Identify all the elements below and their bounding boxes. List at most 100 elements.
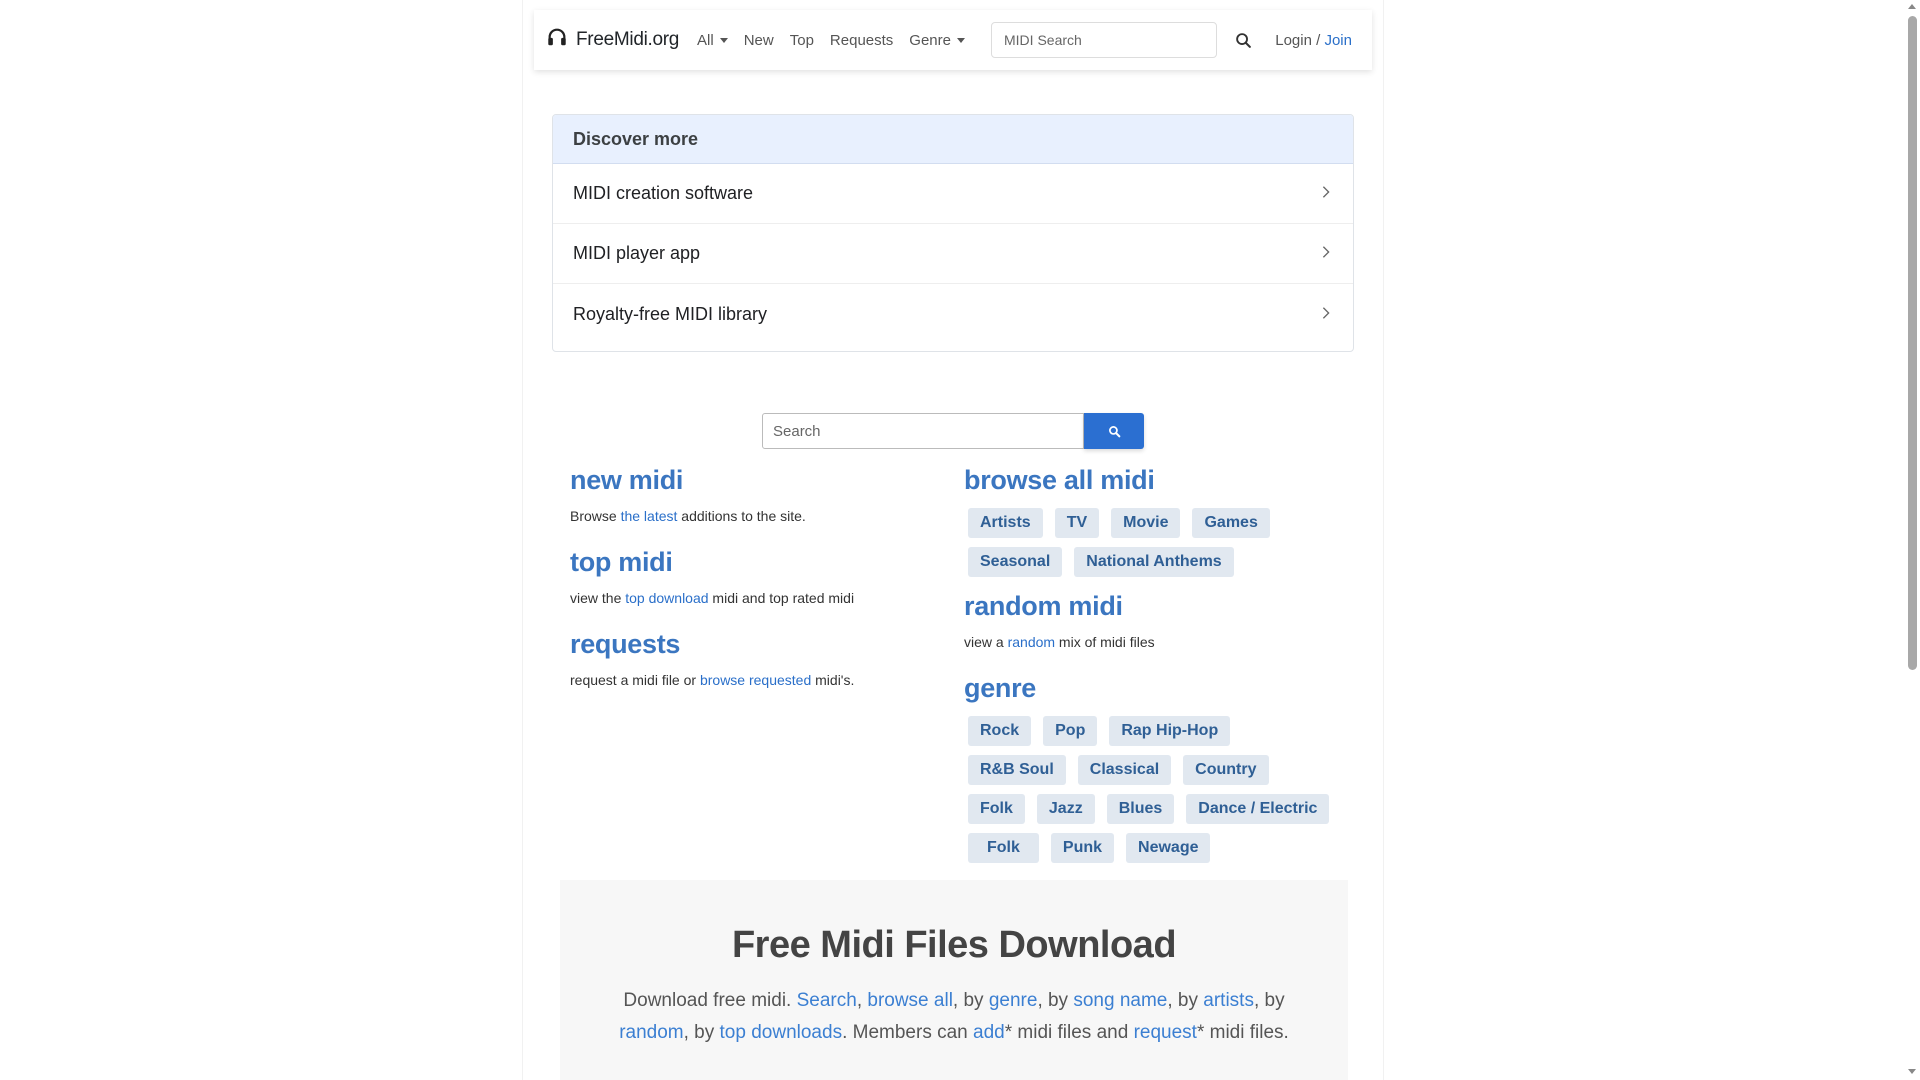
main-search-form — [762, 413, 1144, 449]
discover-item-label: Royalty-free MIDI library — [573, 303, 768, 324]
artists-link[interactable]: artists — [1203, 990, 1254, 1011]
request-link[interactable]: request — [1134, 1022, 1197, 1043]
discover-item-midi-creation-software[interactable]: MIDI creation software — [553, 164, 1353, 224]
discover-more-card: Discover more MIDI creation software MID… — [552, 114, 1354, 352]
search-icon — [1235, 32, 1251, 48]
desc-text: additions to the site. — [677, 508, 806, 524]
navbar: FreeMidi.org All New Top Requests Genre … — [534, 10, 1372, 70]
intro-text: * midi files. — [1196, 1022, 1289, 1043]
requests-desc: request a midi file or browse requested … — [570, 670, 940, 690]
caret-down-icon — [957, 37, 965, 43]
midi-search-input[interactable] — [991, 22, 1217, 58]
desc-text: view a — [964, 634, 1008, 650]
tag-artists[interactable]: Artists — [968, 508, 1043, 538]
add-link[interactable]: add — [973, 1022, 1005, 1043]
scrollbar[interactable] — [1904, 0, 1920, 1080]
left-column: new midi Browse the latest additions to … — [570, 462, 940, 690]
browse-requested-link[interactable]: browse requested — [700, 672, 811, 688]
random-link[interactable]: random — [619, 1022, 683, 1043]
intro-text: * midi files and — [1004, 1022, 1134, 1043]
login-link[interactable]: Login / — [1275, 32, 1320, 49]
brand-name: FreeMidi.org — [576, 29, 680, 50]
tag-dance-electric[interactable]: Dance / Electric — [1186, 794, 1330, 824]
nav-all-label: All — [697, 31, 714, 49]
nav-genre-dropdown[interactable]: Genre — [909, 32, 965, 49]
tag-games[interactable]: Games — [1192, 508, 1270, 538]
discover-item-label: MIDI player app — [573, 243, 701, 263]
browse-all-midi-title[interactable]: browse all midi — [964, 462, 1344, 498]
tag-movie[interactable]: Movie — [1111, 508, 1181, 538]
nav-new[interactable]: New — [744, 32, 774, 49]
tag-national-anthems[interactable]: National Anthems — [1074, 547, 1234, 577]
genre-link[interactable]: genre — [989, 990, 1038, 1011]
song-name-link[interactable]: song name — [1073, 990, 1167, 1011]
main-search-button[interactable] — [1084, 413, 1144, 449]
tag-punk[interactable]: Punk — [1050, 833, 1115, 863]
random-link[interactable]: random — [1008, 634, 1055, 650]
tag-tv[interactable]: TV — [1054, 508, 1100, 538]
discover-more-title: Discover more — [553, 115, 1353, 164]
headphones-icon — [546, 26, 568, 54]
discover-item-midi-player-app[interactable]: MIDI player app — [553, 224, 1353, 284]
intro-text: , by — [952, 990, 989, 1011]
top-downloads-link[interactable]: top downloads — [720, 1022, 843, 1043]
tag-seasonal[interactable]: Seasonal — [968, 547, 1063, 577]
intro-text: Download free midi. — [623, 990, 797, 1011]
intro-text: , by — [683, 1022, 720, 1043]
search-icon — [1108, 425, 1120, 437]
intro-text: , by — [1037, 990, 1074, 1011]
nav-all-dropdown[interactable]: All — [697, 32, 728, 49]
genre-tags: Rock Pop Rap Hip-Hop R&B Soul Classical … — [968, 716, 1344, 872]
nav-genre-label: Genre — [909, 31, 951, 49]
top-midi-title[interactable]: top midi — [570, 544, 940, 580]
intro-text: , by — [1253, 990, 1285, 1011]
intro-text: , — [856, 990, 868, 1011]
tag-rnb-soul[interactable]: R&B Soul — [968, 755, 1066, 785]
search-link[interactable]: Search — [797, 990, 857, 1011]
random-midi-title[interactable]: random midi — [964, 588, 1344, 624]
desc-text: mix of midi files — [1055, 634, 1155, 650]
page-title: Free Midi Files Download — [731, 924, 1177, 966]
brand-link[interactable]: FreeMidi.org — [546, 26, 679, 54]
tag-pop[interactable]: Pop — [1043, 716, 1098, 746]
tag-jazz[interactable]: Jazz — [1036, 794, 1095, 824]
top-midi-desc: view the top download midi and top rated… — [570, 588, 940, 608]
scroll-up-arrow-icon[interactable] — [1908, 4, 1916, 9]
tag-rap-hip-hop[interactable]: Rap Hip-Hop — [1109, 716, 1231, 746]
random-midi-desc: view a random mix of midi files — [964, 632, 1344, 652]
requests-title[interactable]: requests — [570, 626, 940, 662]
discover-item-royalty-free-midi-library[interactable]: Royalty-free MIDI library — [553, 284, 1353, 344]
nav-requests[interactable]: Requests — [830, 32, 893, 49]
tag-folk[interactable]: Folk — [968, 794, 1025, 824]
scrollbar-thumb[interactable] — [1908, 16, 1917, 670]
nav-search-button[interactable] — [1225, 22, 1261, 58]
intro-text: , by — [1167, 990, 1204, 1011]
right-column: browse all midi Artists TV Movie Games S… — [964, 462, 1344, 872]
chevron-right-icon — [1319, 183, 1333, 204]
discover-item-label: MIDI creation software — [573, 183, 754, 203]
intro-text: . Members can — [842, 1022, 974, 1043]
desc-text: request a midi file or — [570, 672, 700, 688]
tag-newage[interactable]: Newage — [1126, 833, 1211, 863]
browse-tags: Artists TV Movie Games Seasonal National… — [968, 508, 1344, 586]
the-latest-link[interactable]: the latest — [621, 508, 678, 524]
nav-top[interactable]: Top — [790, 32, 814, 49]
browse-all-link[interactable]: browse all — [867, 990, 953, 1011]
desc-text: view the — [570, 590, 626, 606]
login-join: Login / Join — [1275, 32, 1352, 49]
new-midi-desc: Browse the latest additions to the site. — [570, 506, 940, 526]
tag-rock[interactable]: Rock — [968, 716, 1032, 746]
tag-classical[interactable]: Classical — [1077, 755, 1172, 785]
main-search-input[interactable] — [762, 413, 1084, 449]
desc-text: Browse — [570, 508, 621, 524]
new-midi-title[interactable]: new midi — [570, 462, 940, 498]
chevron-right-icon — [1319, 304, 1333, 325]
join-link[interactable]: Join — [1324, 32, 1352, 49]
tag-folk-2[interactable]: Folk — [968, 833, 1039, 863]
tag-country[interactable]: Country — [1183, 755, 1269, 785]
scroll-down-arrow-icon[interactable] — [1908, 1069, 1916, 1074]
tag-blues[interactable]: Blues — [1106, 794, 1175, 824]
chevron-right-icon — [1319, 243, 1333, 264]
genre-title[interactable]: genre — [964, 670, 1344, 706]
top-download-link[interactable]: top download — [625, 590, 708, 606]
